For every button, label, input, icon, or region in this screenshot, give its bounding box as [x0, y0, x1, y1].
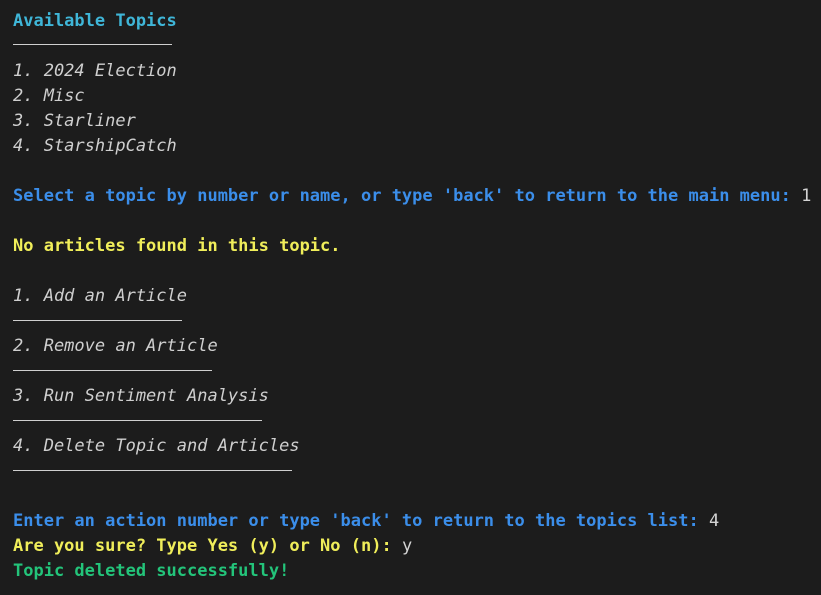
action-prompt-line: Enter an action number or type 'back' to…	[13, 509, 719, 534]
success-message: Topic deleted successfully!	[13, 561, 290, 581]
topics-header: Available Topics	[13, 11, 177, 31]
action-item-4: 4. Delete Topic and Articles	[13, 436, 300, 456]
action-item-1: 1. Add an Article	[13, 286, 187, 306]
topic-item-4: 4. StarshipCatch	[13, 136, 177, 156]
confirm-prompt: Are you sure? Type Yes (y) or No (n):	[13, 536, 392, 556]
action-item-3: 3. Run Sentiment Analysis	[13, 386, 269, 406]
select-topic-input: 1	[801, 186, 812, 206]
confirm-input: y	[401, 536, 413, 556]
action-4-underline	[13, 470, 292, 471]
action-2-underline	[13, 370, 212, 371]
action-prompt: Enter an action number or type 'back' to…	[13, 511, 699, 531]
no-articles-message: No articles found in this topic.	[13, 236, 341, 256]
action-item-2: 2. Remove an Article	[13, 336, 218, 356]
confirm-line: Are you sure? Type Yes (y) or No (n): y	[13, 534, 412, 559]
topic-item-1: 1. 2024 Election	[13, 61, 177, 81]
terminal-window[interactable]: Available Topics 1. 2024 Election 2. Mis…	[0, 0, 821, 595]
topic-item-2: 2. Misc	[13, 86, 85, 106]
action-1-underline	[13, 320, 182, 321]
action-3-underline	[13, 420, 262, 421]
topic-item-3: 3. Starliner	[13, 111, 136, 131]
select-topic-line: Select a topic by number or name, or typ…	[13, 184, 811, 209]
action-input: 4	[709, 511, 720, 531]
select-topic-prompt: Select a topic by number or name, or typ…	[13, 186, 791, 206]
header-underline	[13, 44, 172, 45]
